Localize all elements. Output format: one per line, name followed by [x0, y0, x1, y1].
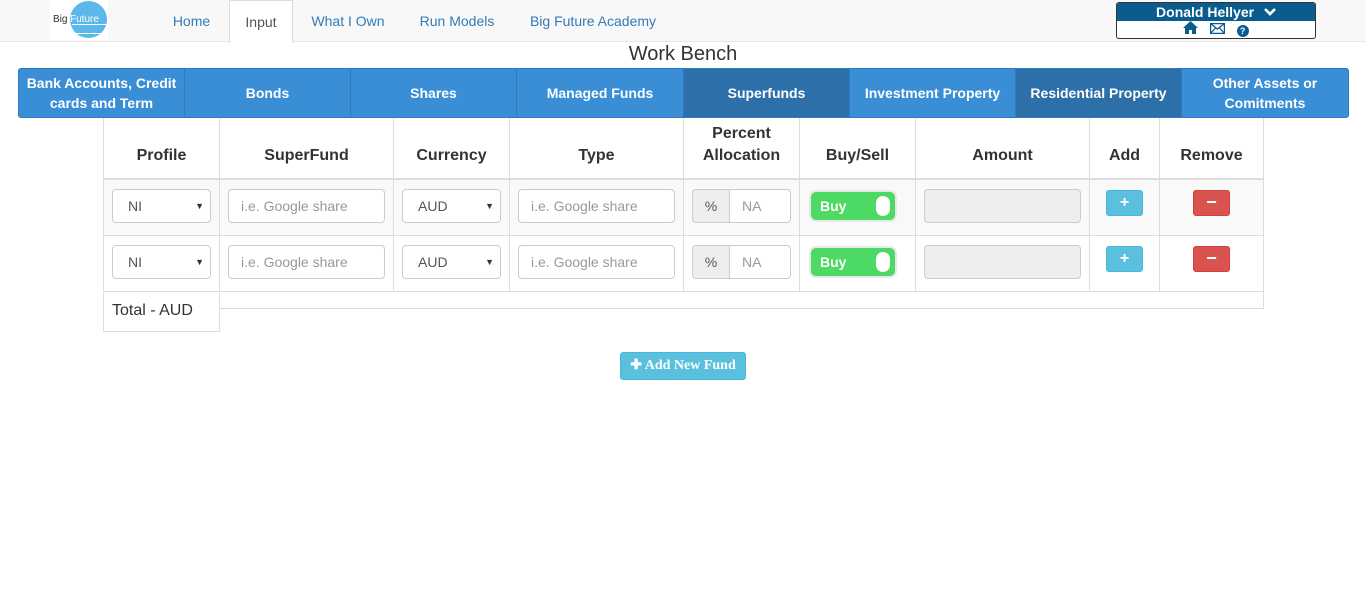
- header-profile: Profile: [103, 118, 219, 180]
- caret-down-icon: ▼: [485, 257, 494, 267]
- header-superfund: SuperFund: [219, 118, 393, 180]
- superfund-input[interactable]: i.e. Google share: [228, 245, 385, 279]
- remove-row-button[interactable]: −: [1193, 190, 1230, 216]
- percent-input-group[interactable]: % NA: [692, 189, 791, 223]
- asset-tabs: Bank Accounts, Credit cards and Term Bon…: [18, 68, 1349, 118]
- percent-input[interactable]: NA: [742, 190, 761, 222]
- add-row-button[interactable]: +: [1106, 246, 1143, 272]
- profile-value: NI: [128, 198, 142, 214]
- caret-down-icon: ▼: [485, 201, 494, 211]
- home-icon[interactable]: [1183, 21, 1199, 38]
- superfund-input[interactable]: i.e. Google share: [228, 189, 385, 223]
- amount-field: [924, 245, 1081, 279]
- minus-icon: −: [1206, 192, 1217, 212]
- big-future-logo[interactable]: Big Future: [50, 0, 108, 40]
- header-amount: Amount: [915, 118, 1089, 180]
- add-row-button[interactable]: +: [1106, 190, 1143, 216]
- nav-big-future-academy[interactable]: Big Future Academy: [518, 0, 668, 42]
- buy-sell-toggle[interactable]: Buy: [809, 190, 897, 222]
- mail-icon[interactable]: [1209, 21, 1226, 38]
- nav-run-models[interactable]: Run Models: [408, 0, 506, 42]
- buy-sell-toggle[interactable]: Buy: [809, 246, 897, 278]
- header-percent-allocation: Percent Allocation: [683, 118, 799, 180]
- tab-other-assets[interactable]: Other Assets or Comitments: [1182, 69, 1348, 117]
- caret-down-icon: ▼: [195, 257, 204, 267]
- currency-select[interactable]: AUD ▼: [402, 245, 501, 279]
- top-navbar: Big Future Home Input What I Own Run Mod…: [0, 0, 1366, 43]
- total-label: Total - AUD: [103, 293, 220, 332]
- tab-bonds[interactable]: Bonds: [185, 69, 351, 117]
- percent-addon: %: [693, 246, 730, 278]
- table-row: NI ▼ i.e. Google share AUD ▼ i.e. Google…: [103, 180, 1264, 236]
- header-type: Type: [509, 118, 683, 180]
- percent-addon: %: [693, 190, 730, 222]
- table-row: NI ▼ i.e. Google share AUD ▼ i.e. Google…: [103, 236, 1264, 292]
- profile-select[interactable]: NI ▼: [112, 189, 211, 223]
- buy-sell-label: Buy: [820, 254, 847, 270]
- caret-down-icon: ▼: [195, 201, 204, 211]
- toggle-knob: [876, 252, 890, 272]
- buy-sell-label: Buy: [820, 198, 847, 214]
- tab-residential-property[interactable]: Residential Property: [1016, 69, 1182, 117]
- plus-icon: +: [1119, 250, 1130, 267]
- type-input[interactable]: i.e. Google share: [518, 245, 675, 279]
- toggle-knob: [876, 196, 890, 216]
- logo-text-right: Future: [70, 14, 99, 25]
- nav-input[interactable]: Input: [229, 0, 293, 43]
- chevron-down-icon: [1264, 4, 1276, 20]
- tab-bank-accounts[interactable]: Bank Accounts, Credit cards and Term: [19, 69, 185, 117]
- currency-select[interactable]: AUD ▼: [402, 189, 501, 223]
- plus-icon: +: [1119, 194, 1130, 211]
- tab-investment-property[interactable]: Investment Property: [850, 69, 1016, 117]
- tab-managed-funds[interactable]: Managed Funds: [517, 69, 684, 117]
- nav-what-i-own[interactable]: What I Own: [298, 0, 398, 42]
- user-name: Donald Hellyer: [1156, 4, 1255, 20]
- amount-field: [924, 189, 1081, 223]
- currency-value: AUD: [418, 198, 448, 214]
- logo-lines: [72, 24, 106, 34]
- logo-text-left: Big: [53, 14, 68, 25]
- type-input[interactable]: i.e. Google share: [518, 189, 675, 223]
- user-name-bar[interactable]: Donald Hellyer: [1117, 3, 1315, 21]
- minus-icon: −: [1206, 248, 1217, 268]
- header-remove: Remove: [1159, 118, 1264, 180]
- tab-shares[interactable]: Shares: [351, 69, 517, 117]
- percent-input[interactable]: NA: [742, 246, 761, 278]
- add-new-fund-button[interactable]: ✚ Add New Fund: [620, 352, 746, 380]
- header-buy-sell: Buy/Sell: [799, 118, 915, 180]
- help-icon[interactable]: ?: [1236, 24, 1249, 37]
- nav-home[interactable]: Home: [160, 0, 223, 42]
- total-row: [103, 292, 1264, 309]
- tab-superfunds[interactable]: Superfunds: [684, 69, 850, 117]
- header-add: Add: [1089, 118, 1159, 180]
- profile-value: NI: [128, 254, 142, 270]
- profile-select[interactable]: NI ▼: [112, 245, 211, 279]
- user-menu[interactable]: Donald Hellyer ?: [1116, 2, 1316, 39]
- header-currency: Currency: [393, 118, 509, 180]
- currency-value: AUD: [418, 254, 448, 270]
- percent-input-group[interactable]: % NA: [692, 245, 791, 279]
- page-title: Work Bench: [628, 43, 738, 65]
- remove-row-button[interactable]: −: [1193, 246, 1230, 272]
